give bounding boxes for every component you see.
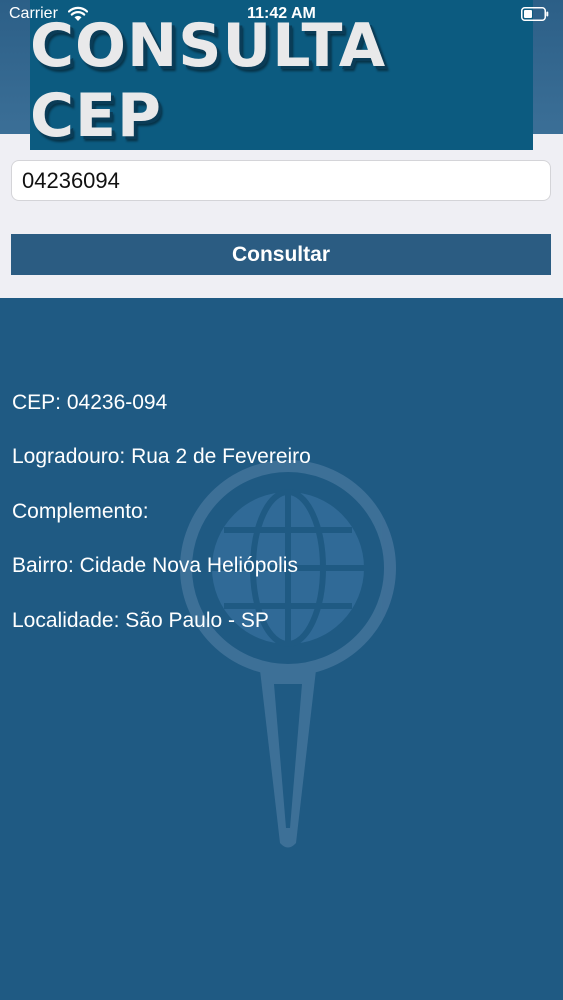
results-panel: CEP: 04236-094 Logradouro: Rua 2 de Feve… bbox=[0, 298, 563, 1000]
result-complemento: Complemento: bbox=[12, 500, 149, 523]
result-localidade: Localidade: São Paulo - SP bbox=[12, 609, 269, 632]
result-cep: CEP: 04236-094 bbox=[12, 391, 168, 414]
consult-button[interactable]: Consultar bbox=[11, 234, 551, 275]
status-bar: Carrier 11:42 AM bbox=[0, 0, 563, 30]
globe-pin-icon bbox=[180, 460, 396, 848]
search-form: Consultar bbox=[0, 134, 563, 298]
cep-input[interactable] bbox=[11, 160, 551, 201]
result-logradouro: Logradouro: Rua 2 de Fevereiro bbox=[12, 445, 311, 468]
banner-title: CONSULTA CEP bbox=[30, 11, 387, 151]
clock-time: 11:42 AM bbox=[247, 5, 316, 22]
result-bairro: Bairro: Cidade Nova Heliópolis bbox=[12, 554, 298, 577]
battery-icon bbox=[521, 7, 549, 21]
